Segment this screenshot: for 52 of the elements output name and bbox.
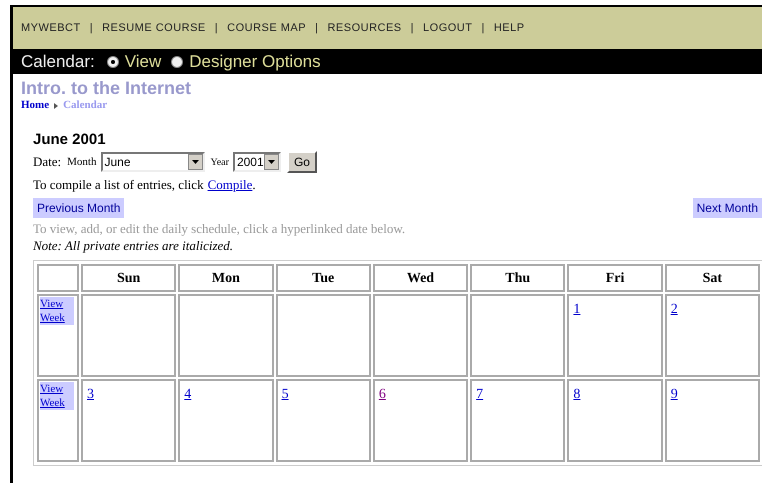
nav-link[interactable]: MYWEBCT <box>21 20 81 36</box>
nav-separator: | <box>90 20 94 36</box>
column-header: Wed <box>372 264 468 292</box>
column-header: Sat <box>664 264 760 292</box>
compile-period: . <box>252 176 256 194</box>
course-title: Intro. to the Internet <box>21 77 192 99</box>
nav-link[interactable]: RESUME COURSE <box>102 20 206 36</box>
nav-link[interactable]: LOGOUT <box>423 20 472 36</box>
nav-link[interactable]: COURSE MAP <box>227 20 306 36</box>
compile-instruction: To compile a list of entries, click <box>33 176 204 194</box>
radio-button[interactable] <box>171 56 184 68</box>
date-link[interactable]: 3 <box>87 387 94 402</box>
year-select[interactable]: 2001 <box>232 152 281 172</box>
date-link[interactable]: 6 <box>378 387 386 402</box>
next-month-link[interactable]: Next Month <box>692 198 762 218</box>
hint-text: To view, add, or edit the daily schedule, click a hyperlinked date below. <box>33 220 406 238</box>
previous-month-link[interactable]: Previous Month <box>33 198 124 218</box>
column-header: Fri <box>567 264 663 292</box>
column-header: Sun <box>81 264 176 292</box>
nav-link[interactable]: HELP <box>494 20 525 36</box>
date-link[interactable]: 1 <box>573 302 580 317</box>
date-link[interactable]: 4 <box>184 387 192 402</box>
table-cell <box>37 264 79 292</box>
nav-separator: | <box>481 20 485 36</box>
nav-separator: | <box>214 20 218 36</box>
view-week-link[interactable]: View Week <box>40 297 74 325</box>
nav-link[interactable]: RESOURCES <box>327 20 402 36</box>
nav-separator: | <box>410 20 414 36</box>
column-header: Thu <box>470 264 566 292</box>
date-link[interactable]: 7 <box>476 387 484 402</box>
column-header: Mon <box>178 264 274 292</box>
year-label: Year <box>210 156 229 170</box>
radio-label[interactable]: Designer Options <box>189 48 321 74</box>
go-button[interactable]: Go <box>286 151 317 173</box>
month-heading: June 2001 <box>33 130 107 150</box>
column-header: Tue <box>276 264 371 292</box>
breadcrumb-link[interactable]: Home <box>21 99 50 112</box>
note-text: Note: All private entries are italicized. <box>33 238 234 254</box>
nav-separator: | <box>315 20 318 36</box>
date-link[interactable]: 8 <box>573 387 580 402</box>
date-link[interactable]: 2 <box>670 302 678 317</box>
month-select[interactable]: June <box>100 152 204 172</box>
breadcrumb-arrow-icon <box>54 102 58 108</box>
radio-button[interactable] <box>106 56 119 68</box>
date-label: Date: <box>33 153 62 172</box>
mode-label: Calendar: <box>21 50 95 73</box>
date-link[interactable]: 5 <box>282 387 289 402</box>
radio-label[interactable]: View <box>124 48 162 74</box>
compile-link[interactable]: Compile <box>208 174 252 196</box>
date-link[interactable]: 9 <box>670 387 678 402</box>
month-label: Month <box>67 154 96 170</box>
view-week-link[interactable]: View Week <box>40 382 74 410</box>
